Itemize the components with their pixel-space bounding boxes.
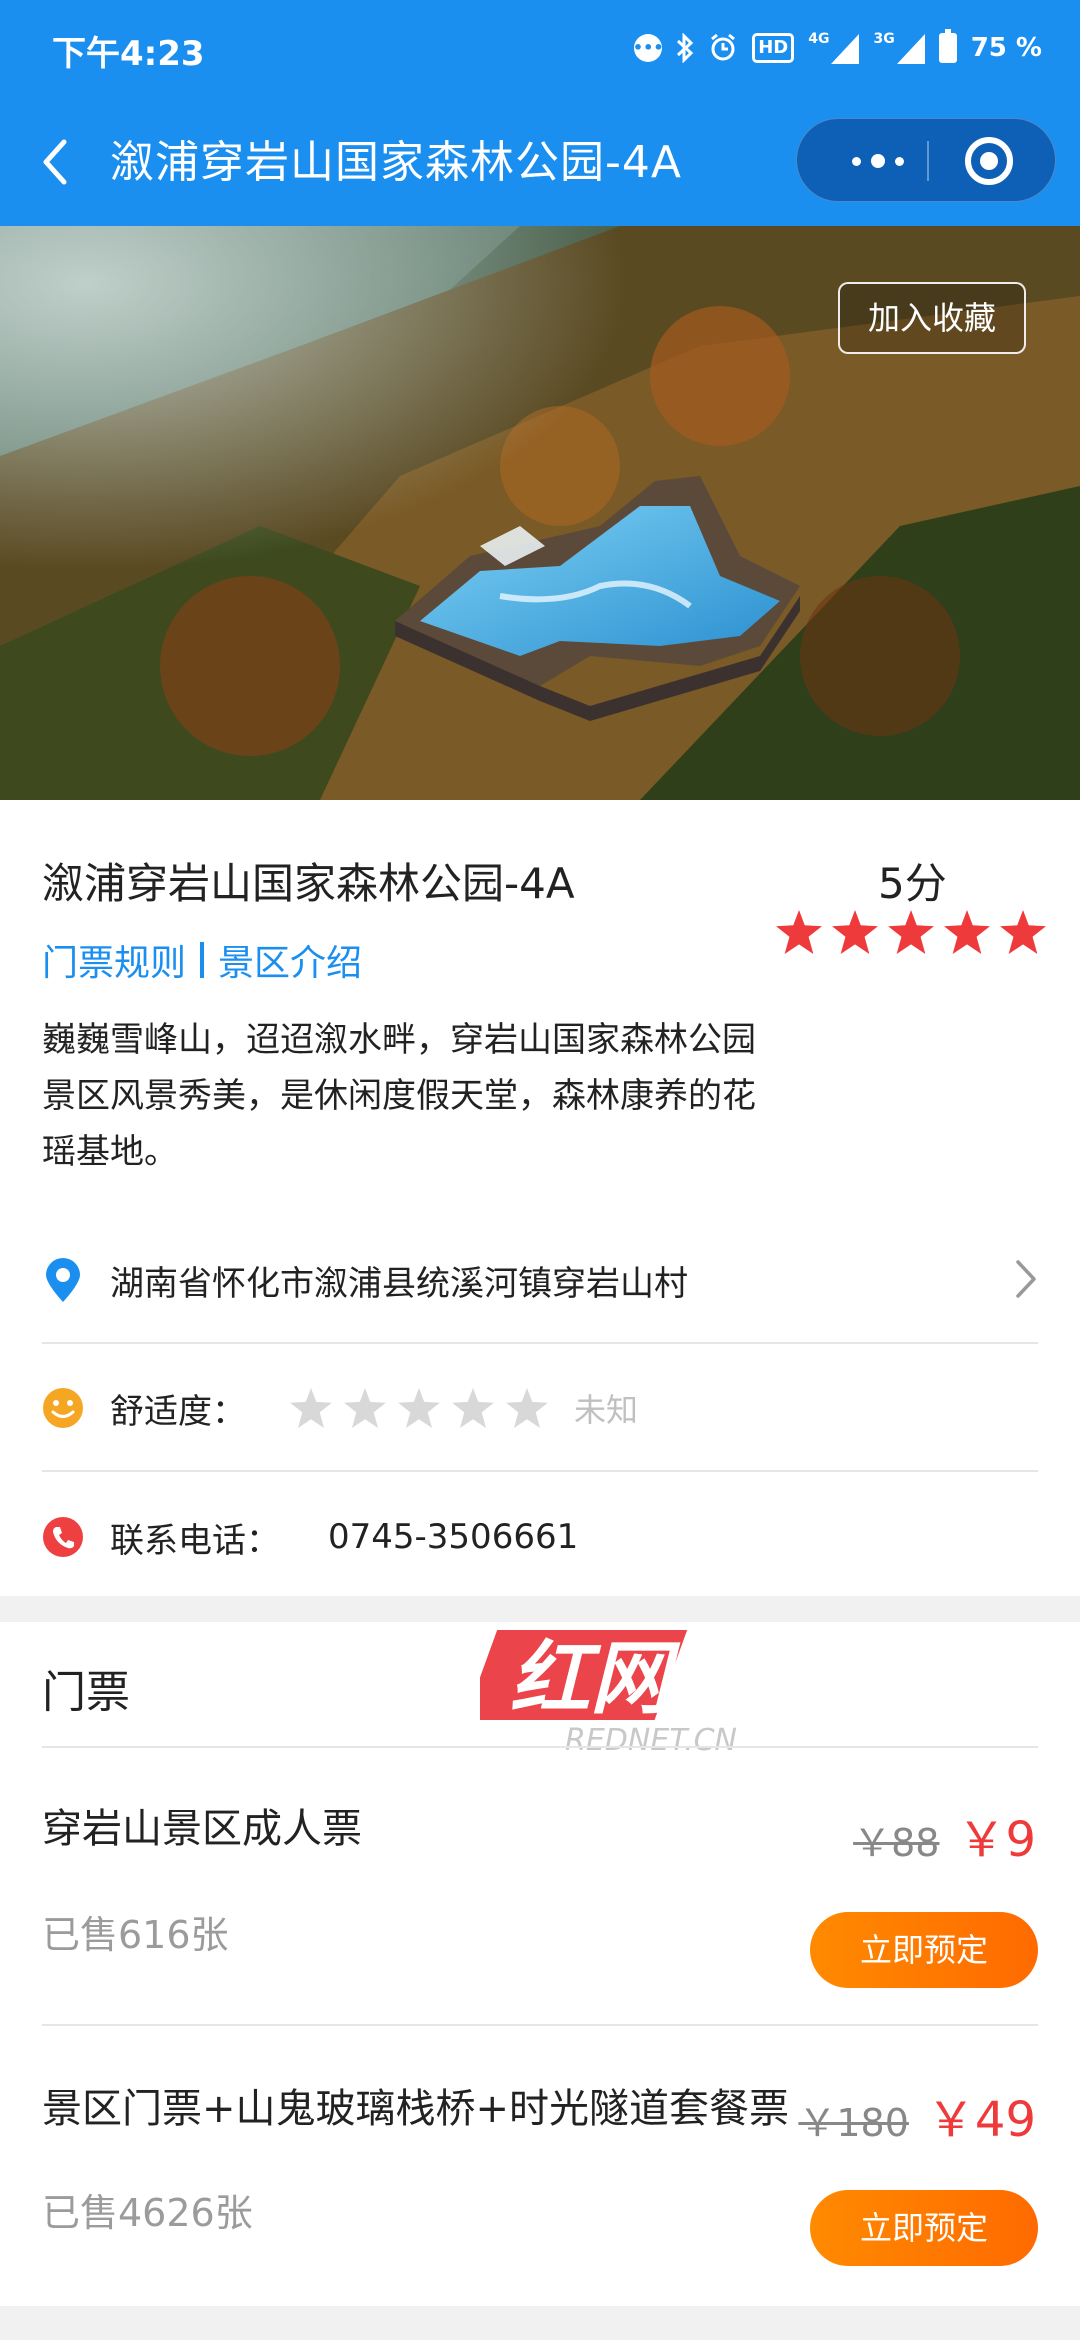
- app-header: 下午4:23 ••• HD 4G 3G 75 % 溆浦穿岩山国家森林公园-4A: [0, 0, 1080, 226]
- star-empty-icon: [506, 1388, 548, 1428]
- original-price: ￥88: [853, 1821, 940, 1865]
- watermark-domain-text: REDNET.CN: [565, 1723, 737, 1758]
- back-icon[interactable]: [34, 132, 84, 192]
- star-icon: [832, 910, 878, 954]
- bluetooth-icon: [676, 33, 694, 63]
- battery-level: 75 %: [970, 33, 1042, 63]
- mini-program-capsule: [796, 118, 1056, 202]
- comfort-label: 舒适度：: [110, 1391, 246, 1432]
- ticket-name: 穿岩山景区成人票: [42, 1806, 362, 1852]
- star-icon: [1000, 910, 1046, 954]
- close-mini-program-icon[interactable]: [965, 137, 1013, 185]
- phone-row[interactable]: 联系电话： 0745-3506661: [42, 1474, 1038, 1600]
- comfort-value: 未知: [574, 1391, 639, 1429]
- sold-count: 已售616张: [42, 1913, 229, 1957]
- park-description: 巍巍雪峰山，迢迢溆水畔，穿岩山国家森林公园景区风景秀美，是休闲度假天堂，森林康养…: [42, 1020, 756, 1172]
- net-3g-label: 3G: [873, 31, 895, 47]
- watermark-brand-text: 红网时刻: [510, 1632, 843, 1725]
- ticket-divider: [42, 2024, 1038, 2026]
- status-time: 下午4:23: [52, 34, 205, 74]
- ticket-price: ￥180 ￥49: [798, 2080, 1036, 2150]
- chevron-right-icon: [1014, 1258, 1038, 1304]
- title-bar: 溆浦穿岩山国家森林公园-4A: [0, 96, 1080, 226]
- star-icon: [944, 910, 990, 954]
- alarm-icon: [708, 33, 738, 63]
- book-now-button[interactable]: 立即预定: [810, 1912, 1038, 1988]
- info-links: 门票规则 景区介绍: [42, 934, 362, 986]
- battery-icon: [938, 29, 957, 63]
- net-4g-label: 4G: [808, 31, 830, 47]
- hero-image: 加入收藏: [0, 226, 1080, 800]
- address-row[interactable]: 湖南省怀化市溆浦县统溪河镇穿岩山村: [42, 1218, 1038, 1344]
- star-empty-icon: [290, 1388, 332, 1428]
- ticket-divider: [42, 1746, 1038, 1748]
- ticket-name: 景区门票+山鬼玻璃栈桥+时光隧道套餐票: [42, 2086, 790, 2132]
- scenic-intro-link[interactable]: 景区介绍: [218, 934, 362, 986]
- star-empty-icon: [344, 1388, 386, 1428]
- capsule-divider: [927, 141, 929, 181]
- tickets-title: 门票: [42, 1667, 130, 1718]
- status-bar: 下午4:23 ••• HD 4G 3G 75 %: [0, 0, 1080, 96]
- address-text: 湖南省怀化市溆浦县统溪河镇穿岩山村: [110, 1263, 688, 1304]
- smiley-icon: [42, 1387, 84, 1429]
- sold-count: 已售4626张: [42, 2191, 253, 2235]
- rating-stars: [776, 910, 1046, 954]
- phone-icon: [42, 1516, 84, 1558]
- star-icon: [776, 910, 822, 954]
- page-title: 溆浦穿岩山国家森林公园-4A: [110, 137, 682, 188]
- star-empty-icon: [398, 1388, 440, 1428]
- phone-number[interactable]: 0745-3506661: [328, 1517, 578, 1557]
- star-icon: [888, 910, 934, 954]
- signal-3g-icon: 3G: [873, 31, 925, 64]
- comfort-stars: [290, 1388, 548, 1428]
- star-empty-icon: [452, 1388, 494, 1428]
- ticket-price: ￥88 ￥9: [853, 1800, 1036, 1870]
- park-score: 5分: [878, 859, 947, 908]
- book-now-button[interactable]: 立即预定: [810, 2190, 1038, 2266]
- hd-icon: HD: [752, 33, 795, 63]
- phone-label: 联系电话：: [110, 1520, 280, 1561]
- add-favorite-button[interactable]: 加入收藏: [838, 282, 1026, 354]
- comfort-row: 舒适度： 未知: [42, 1346, 1038, 1472]
- watermark-logo: 红网时刻 REDNET.CN: [480, 1630, 843, 1758]
- ticket-rules-link[interactable]: 门票规则: [42, 934, 186, 986]
- signal-4g-icon: 4G: [808, 31, 860, 64]
- current-price: ￥9: [957, 1812, 1036, 1868]
- more-menu-icon[interactable]: [833, 119, 923, 203]
- location-pin-icon: [42, 1258, 84, 1302]
- link-divider: [200, 942, 205, 978]
- status-icons: ••• HD 4G 3G 75 %: [633, 28, 1042, 68]
- original-price: ￥180: [798, 2101, 909, 2145]
- current-price: ￥49: [926, 2092, 1036, 2148]
- message-icon: •••: [633, 34, 664, 62]
- park-name: 溆浦穿岩山国家森林公园-4A: [42, 859, 575, 908]
- bottom-separator: [0, 2306, 1080, 2340]
